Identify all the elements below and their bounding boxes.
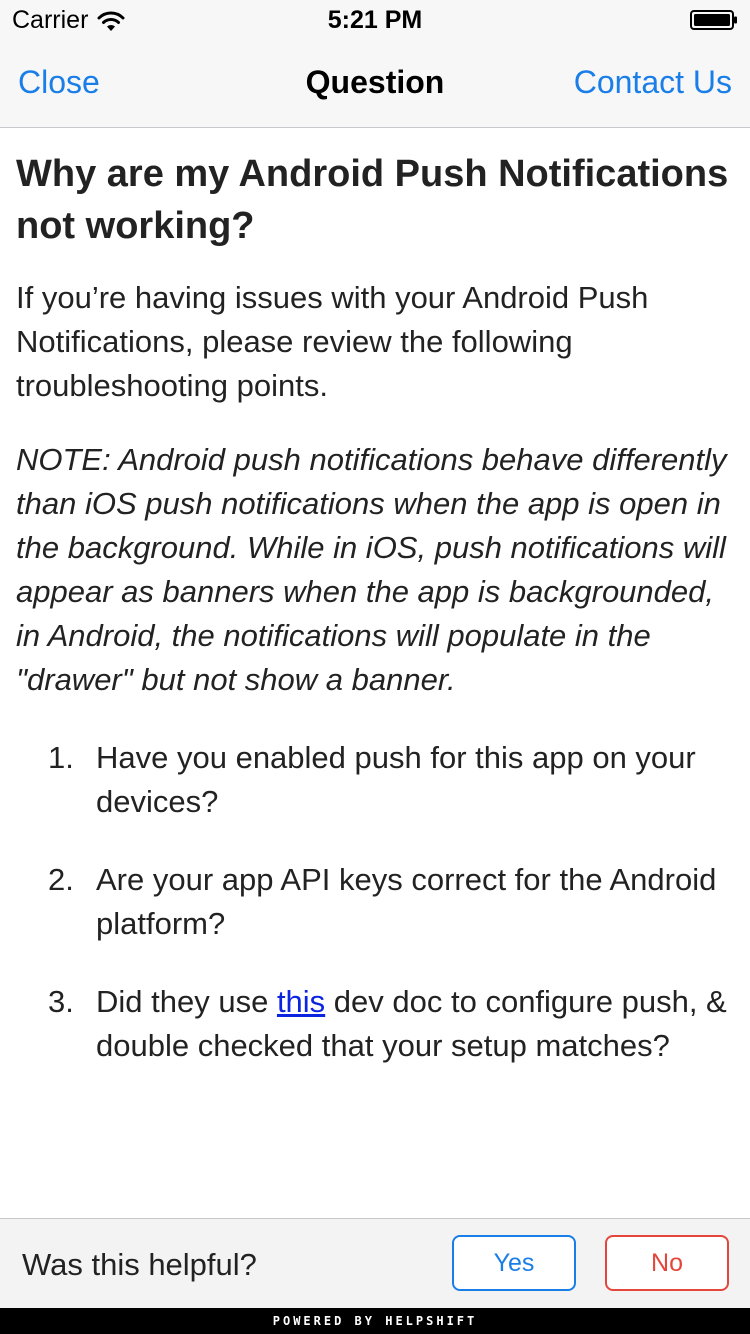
list-item-text: Are your app API keys correct for the An… (96, 862, 717, 941)
yes-button[interactable]: Yes (452, 1235, 576, 1291)
list-item: 2. Are your app API keys correct for the… (16, 858, 734, 946)
status-time: 5:21 PM (327, 6, 423, 34)
feedback-bar: Was this helpful? Yes No (0, 1218, 750, 1308)
status-bar: Carrier 5:21 PM (0, 0, 750, 40)
list-item-number: 3. (48, 984, 74, 1019)
contact-us-button[interactable]: Contact Us (574, 64, 732, 101)
screen: Carrier 5:21 PM Close Question Contact U… (0, 0, 750, 1334)
article-content[interactable]: Why are my Android Push Notifications no… (0, 128, 750, 1218)
feedback-question: Was this helpful? (22, 1247, 257, 1282)
list-item-text-before: Did they use (96, 984, 277, 1019)
list-item: 3. Did they use this dev doc to configur… (16, 980, 734, 1068)
list-item: 1. Have you enabled push for this app on… (16, 736, 734, 824)
article-note: NOTE: Android push notifications behave … (16, 442, 727, 697)
article-intro: If you’re having issues with your Androi… (16, 280, 649, 403)
list-item-text: Have you enabled push for this app on yo… (96, 740, 696, 819)
dev-doc-link[interactable]: this (277, 984, 325, 1019)
article-title: Why are my Android Push Notifications no… (16, 153, 729, 247)
list-item-number: 2. (48, 862, 74, 897)
no-button[interactable]: No (605, 1235, 729, 1291)
troubleshooting-list: 1. Have you enabled push for this app on… (16, 736, 734, 1068)
list-item-number: 1. (48, 740, 74, 775)
battery-icon (690, 10, 737, 30)
powered-by-footer: POWERED BY HELPSHIFT (0, 1308, 750, 1334)
navigation-bar: Close Question Contact Us (0, 40, 750, 128)
